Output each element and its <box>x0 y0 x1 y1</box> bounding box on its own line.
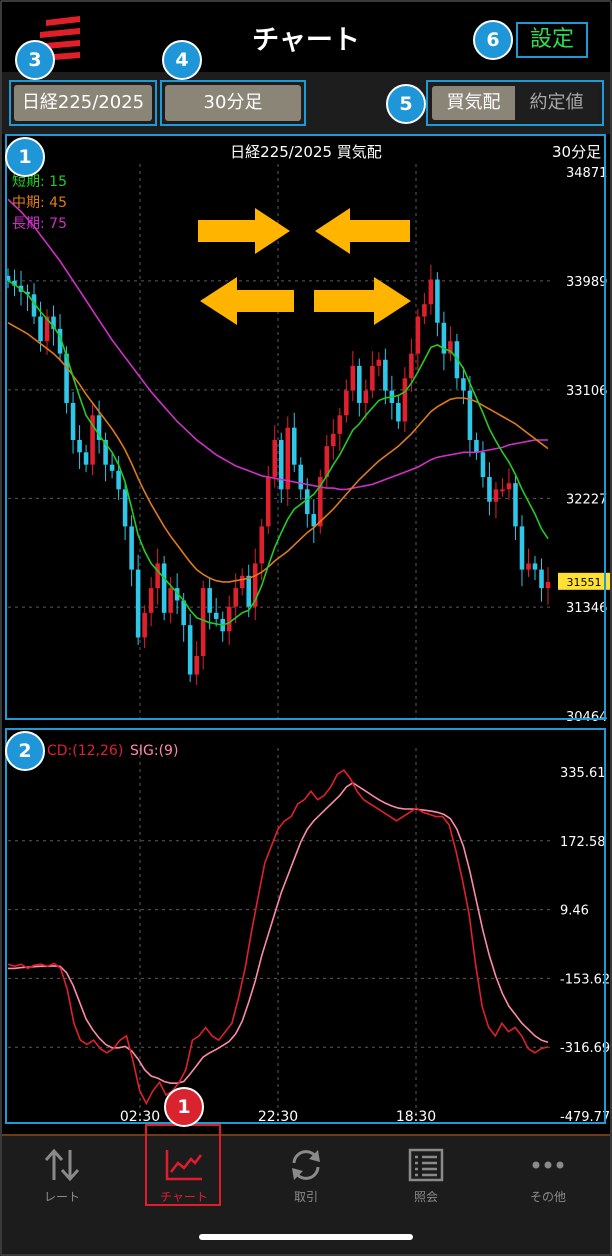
callout-badge-1: 1 <box>5 137 45 177</box>
callout-badge-2: 2 <box>5 731 45 771</box>
symbol-selector-button[interactable]: 日経225/2025 <box>14 85 152 121</box>
main-chart-frame <box>5 134 606 720</box>
tab-trade-label: 取引 <box>293 1190 318 1204</box>
home-indicator <box>199 1234 413 1240</box>
callout-badge-4: 4 <box>162 40 202 80</box>
tab-trade[interactable]: 取引 <box>256 1148 356 1205</box>
symbol-selector-frame: 日経225/2025 <box>9 80 157 126</box>
interval-selector-button[interactable]: 30分足 <box>165 85 301 121</box>
arrows-updown-icon <box>44 1148 80 1182</box>
active-tab-highlight <box>145 1124 221 1206</box>
interval-selector-frame: 30分足 <box>160 80 306 126</box>
callout-badge-1-tab: 1 <box>164 1087 204 1127</box>
tab-inquiry-label: 照会 <box>413 1190 438 1204</box>
tab-more[interactable]: その他 <box>498 1148 598 1205</box>
trade-price-tab[interactable]: 約定値 <box>515 86 598 120</box>
bid-price-tab[interactable]: 買気配 <box>432 86 515 120</box>
more-dots-icon <box>532 1161 564 1169</box>
tab-inquiry[interactable]: 照会 <box>376 1148 476 1205</box>
refresh-icon <box>292 1150 320 1180</box>
tab-more-label: その他 <box>529 1190 566 1204</box>
list-icon <box>408 1148 444 1182</box>
tab-rate[interactable]: レート <box>12 1148 112 1205</box>
settings-button[interactable]: 設定 <box>516 22 588 58</box>
macd-chart-frame <box>5 728 606 1124</box>
callout-badge-6: 6 <box>473 20 513 60</box>
callout-badge-5: 5 <box>386 84 426 124</box>
callout-badge-3: 3 <box>15 40 55 80</box>
tab-rate-label: レート <box>43 1190 80 1204</box>
price-type-toggle: 買気配 約定値 <box>426 80 604 126</box>
